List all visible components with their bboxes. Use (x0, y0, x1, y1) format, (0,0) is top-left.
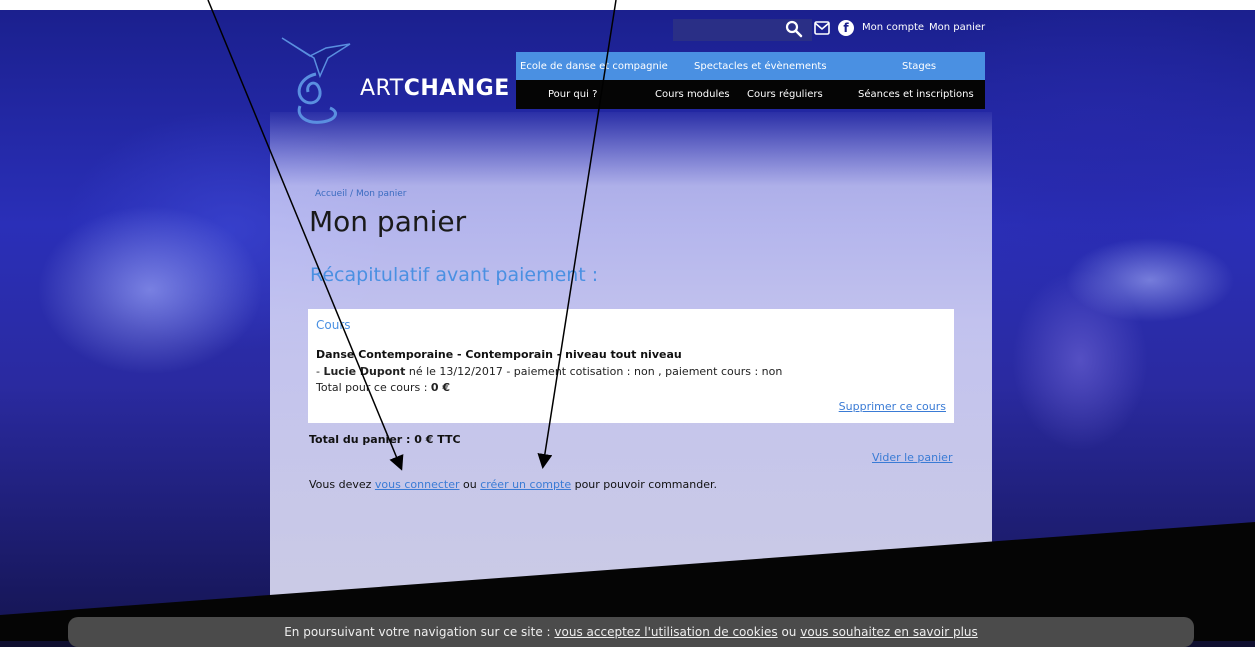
nav-item-cours-modules[interactable]: Cours modules (655, 89, 730, 100)
brand-strong: CHANGE (403, 76, 510, 101)
search-icon[interactable] (784, 19, 804, 39)
student-line: - Lucie Dupont né le 13/12/2017 - paieme… (316, 365, 782, 378)
facebook-icon[interactable]: f (838, 20, 854, 36)
student-details: né le 13/12/2017 - paiement cotisation :… (405, 365, 783, 378)
login-message: Vous devez vous connecter ou créer un co… (309, 478, 717, 491)
cart-link[interactable]: Mon panier (929, 22, 985, 33)
top-edge (0, 0, 1255, 10)
create-account-link[interactable]: créer un compte (480, 478, 571, 491)
secondary-nav: Pour qui ? Cours modules Cours réguliers… (516, 80, 985, 109)
primary-nav: Ecole de danse et compagnie Spectacles e… (516, 52, 985, 80)
course-total-value: 0 € (430, 381, 451, 394)
breadcrumb: Accueil / Mon panier (315, 189, 406, 199)
nav-item-ecole[interactable]: Ecole de danse et compagnie (520, 61, 668, 72)
brand-prefix: ART (360, 76, 404, 101)
empty-cart-link[interactable]: Vider le panier (872, 451, 952, 464)
nav-item-stages[interactable]: Stages (902, 61, 936, 72)
cookie-banner: En poursuivant votre navigation sur ce s… (68, 617, 1194, 647)
login-link[interactable]: vous connecter (375, 478, 460, 491)
account-link[interactable]: Mon compte (862, 22, 924, 33)
mail-icon[interactable] (814, 21, 830, 35)
cart-total: Total du panier : 0 € TTC (309, 433, 461, 446)
course-name: Danse Contemporaine - Contemporain - niv… (316, 348, 682, 361)
login-msg-middle: ou (459, 478, 481, 491)
cart-item-card: Cours Danse Contemporaine - Contemporain… (308, 309, 954, 423)
brand-name[interactable]: ARTCHANGE (360, 76, 510, 101)
login-msg-suffix: pour pouvoir commander. (571, 478, 717, 491)
nav-item-spectacles[interactable]: Spectacles et évènements (694, 61, 827, 72)
breadcrumb-separator: / (350, 189, 354, 199)
recap-title: Récapitulatif avant paiement : (310, 264, 599, 286)
student-name: Lucie Dupont (323, 365, 406, 378)
nav-item-cours-reguliers[interactable]: Cours réguliers (747, 89, 823, 100)
page-title: Mon panier (309, 205, 467, 238)
remove-course-link[interactable]: Supprimer ce cours (839, 400, 946, 413)
learn-more-link[interactable]: vous souhaitez en savoir plus (800, 625, 978, 639)
cart-section-label: Cours (316, 318, 351, 332)
breadcrumb-current: Mon panier (355, 189, 407, 199)
course-total-line: Total pour ce cours : 0 € (316, 381, 450, 394)
artchange-logo[interactable] (280, 36, 352, 128)
login-msg-prefix: Vous devez (309, 478, 375, 491)
nav-item-pour-qui[interactable]: Pour qui ? (548, 89, 597, 100)
breadcrumb-home[interactable]: Accueil (315, 189, 347, 199)
cookie-prefix: En poursuivant votre navigation sur ce s… (284, 625, 555, 639)
accept-cookies-link[interactable]: vous acceptez l'utilisation de cookies (554, 625, 777, 639)
cookie-middle: ou (777, 625, 801, 639)
course-total-label: Total pour ce cours : (316, 381, 431, 394)
nav-item-seances[interactable]: Séances et inscriptions (858, 89, 974, 100)
